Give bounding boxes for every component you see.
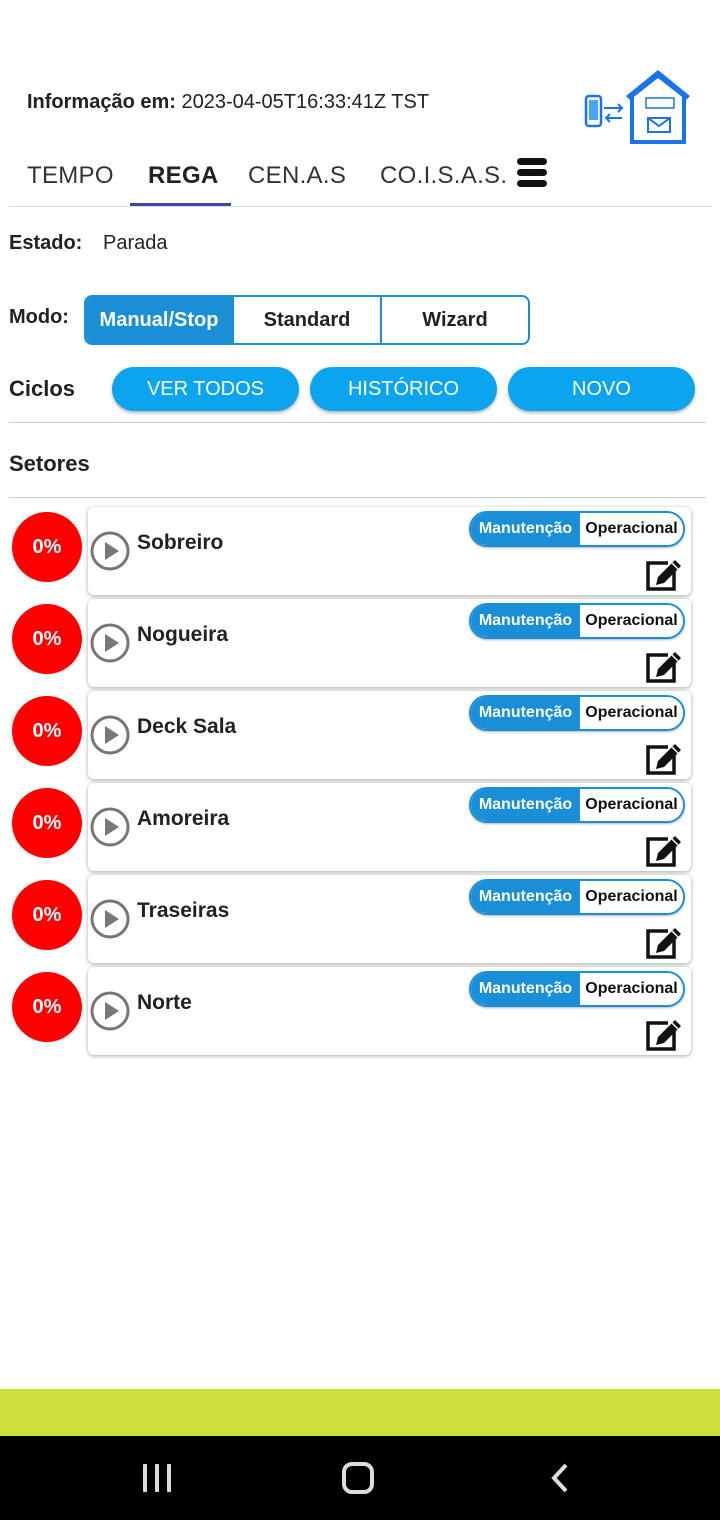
sector-card[interactable]: Deck Sala Manutenção Operacional: [88, 691, 691, 779]
hamburger-menu-icon[interactable]: [517, 158, 549, 190]
operacional-option[interactable]: Operacional: [580, 789, 683, 821]
modo-standard-button[interactable]: Standard: [234, 297, 382, 343]
home-icon[interactable]: [342, 1462, 374, 1494]
sector-name: Sobreiro: [137, 531, 224, 554]
edit-icon[interactable]: [644, 1015, 684, 1053]
info-timestamp: 2023-04-05T16:33:41Z TST: [181, 91, 430, 113]
operacional-option[interactable]: Operacional: [580, 973, 683, 1005]
play-icon[interactable]: [90, 715, 130, 755]
sector-name: Norte: [137, 991, 192, 1014]
active-tab-indicator: [130, 203, 231, 206]
bottom-status-bar: [0, 1389, 720, 1436]
tab-rega[interactable]: REGA: [148, 162, 219, 190]
sector-mode-toggle[interactable]: Manutenção Operacional: [469, 603, 685, 639]
modo-label: Modo:: [9, 306, 69, 328]
system-navigation-bar: [0, 1436, 720, 1520]
estado-label: Estado:: [9, 232, 83, 254]
setores-title: Setores: [9, 451, 90, 476]
play-icon[interactable]: [90, 807, 130, 847]
sector-name: Deck Sala: [137, 715, 237, 738]
manutencao-option[interactable]: Manutenção: [471, 605, 580, 637]
estado-row: Estado: Parada: [9, 232, 168, 255]
sector-card[interactable]: Traseiras Manutenção Operacional: [88, 875, 691, 963]
operacional-option[interactable]: Operacional: [580, 881, 683, 913]
recents-icon[interactable]: [143, 1464, 173, 1492]
sector-name: Traseiras: [137, 899, 230, 922]
manutencao-option[interactable]: Manutenção: [471, 789, 580, 821]
sector-percent-badge: 0%: [12, 696, 82, 766]
sector-name: Nogueira: [137, 623, 229, 646]
sector-card[interactable]: Amoreira Manutenção Operacional: [88, 783, 691, 871]
sector-row: 0% Sobreiro Manutenção Operacional: [0, 507, 720, 597]
sector-percent-badge: 0%: [12, 512, 82, 582]
modo-segmented-control: Manual/Stop Standard Wizard: [84, 295, 530, 345]
sector-card[interactable]: Nogueira Manutenção Operacional: [88, 599, 691, 687]
edit-icon[interactable]: [644, 923, 684, 961]
historico-button[interactable]: HISTÓRICO: [310, 367, 497, 411]
info-line: Informação em: 2023-04-05T16:33:41Z TST: [27, 91, 429, 114]
edit-icon[interactable]: [644, 831, 684, 869]
estado-value: Parada: [103, 232, 168, 254]
tab-coisas[interactable]: CO.I.S.A.S.: [380, 162, 507, 190]
sector-mode-toggle[interactable]: Manutenção Operacional: [469, 695, 685, 731]
ver-todos-button[interactable]: VER TODOS: [112, 367, 299, 411]
main-tabs: TEMPO REGA CEN.A.S CO.I.S.A.S.: [9, 150, 712, 207]
ciclos-label: Ciclos: [9, 376, 76, 401]
manutencao-option[interactable]: Manutenção: [471, 697, 580, 729]
sector-row: 0% Traseiras Manutenção Operacional: [0, 875, 720, 965]
tab-tempo[interactable]: TEMPO: [27, 162, 114, 190]
operacional-option[interactable]: Operacional: [580, 513, 683, 545]
operacional-option[interactable]: Operacional: [580, 697, 683, 729]
sector-row: 0% Nogueira Manutenção Operacional: [0, 599, 720, 689]
edit-icon[interactable]: [644, 555, 684, 593]
sector-name: Amoreira: [137, 807, 230, 830]
play-icon[interactable]: [90, 531, 130, 571]
info-label: Informação em:: [27, 91, 176, 113]
novo-button[interactable]: NOVO: [508, 367, 695, 411]
sector-mode-toggle[interactable]: Manutenção Operacional: [469, 879, 685, 915]
house-connect-icon[interactable]: [582, 66, 696, 146]
tab-cenas[interactable]: CEN.A.S: [248, 162, 346, 190]
sector-row: 0% Deck Sala Manutenção Operacional: [0, 691, 720, 781]
sector-row: 0% Norte Manutenção Operacional: [0, 967, 720, 1057]
divider: [9, 422, 706, 423]
sector-card[interactable]: Sobreiro Manutenção Operacional: [88, 507, 691, 595]
manutencao-option[interactable]: Manutenção: [471, 881, 580, 913]
play-icon[interactable]: [90, 899, 130, 939]
sector-percent-badge: 0%: [12, 788, 82, 858]
sector-mode-toggle[interactable]: Manutenção Operacional: [469, 511, 685, 547]
divider: [9, 497, 706, 498]
sector-percent-badge: 0%: [12, 972, 82, 1042]
modo-wizard-button[interactable]: Wizard: [382, 297, 528, 343]
edit-icon[interactable]: [644, 647, 684, 685]
sector-mode-toggle[interactable]: Manutenção Operacional: [469, 971, 685, 1007]
sector-mode-toggle[interactable]: Manutenção Operacional: [469, 787, 685, 823]
back-icon[interactable]: [546, 1462, 574, 1494]
operacional-option[interactable]: Operacional: [580, 605, 683, 637]
sector-row: 0% Amoreira Manutenção Operacional: [0, 783, 720, 873]
manutencao-option[interactable]: Manutenção: [471, 973, 580, 1005]
edit-icon[interactable]: [644, 739, 684, 777]
manutencao-option[interactable]: Manutenção: [471, 513, 580, 545]
sector-card[interactable]: Norte Manutenção Operacional: [88, 967, 691, 1055]
modo-manual-stop-button[interactable]: Manual/Stop: [86, 297, 234, 343]
sector-percent-badge: 0%: [12, 604, 82, 674]
sector-percent-badge: 0%: [12, 880, 82, 950]
play-icon[interactable]: [90, 623, 130, 663]
play-icon[interactable]: [90, 991, 130, 1031]
